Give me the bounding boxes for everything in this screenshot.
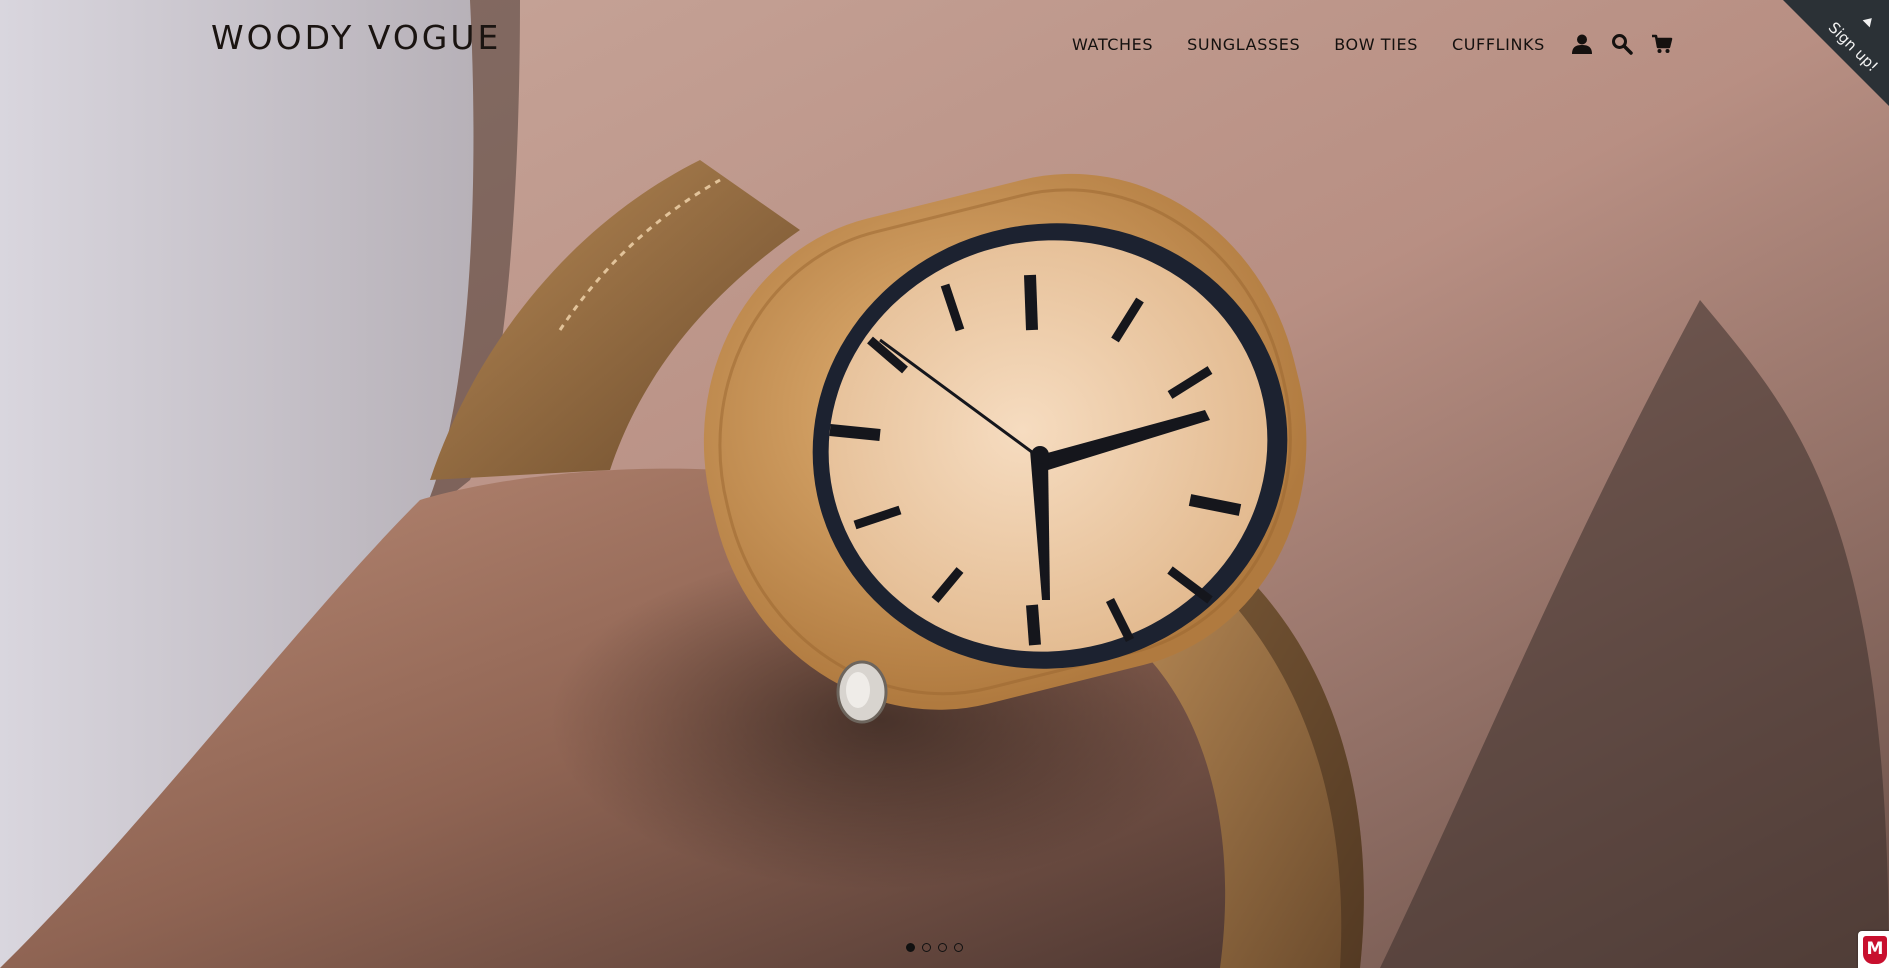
slider-dot-2[interactable]: [922, 943, 931, 952]
nav-cufflinks[interactable]: CUFFLINKS: [1452, 35, 1545, 54]
nav-bow-ties[interactable]: BOW TIES: [1334, 35, 1418, 54]
security-badge[interactable]: M: [1858, 931, 1889, 968]
main-nav: WATCHES SUNGLASSES BOW TIES CUFFLINKS: [1072, 32, 1690, 56]
signup-ribbon-background: [1783, 0, 1889, 106]
site-logo[interactable]: WOODY VOGUE: [211, 18, 501, 57]
signup-ribbon[interactable]: Sign up!: [1783, 0, 1889, 106]
search-icon[interactable]: [1610, 32, 1634, 56]
site-header: WOODY VOGUE WATCHES SUNGLASSES BOW TIES …: [0, 0, 1889, 84]
account-icon[interactable]: [1570, 32, 1594, 56]
slider-pagination: [906, 943, 963, 952]
nav-sunglasses[interactable]: SUNGLASSES: [1187, 35, 1300, 54]
cart-icon[interactable]: [1650, 32, 1674, 56]
page: WOODY VOGUE WATCHES SUNGLASSES BOW TIES …: [0, 0, 1889, 968]
hero-slide-image: [0, 0, 1889, 968]
shield-icon: M: [1863, 936, 1887, 964]
nav-watches[interactable]: WATCHES: [1072, 35, 1153, 54]
slider-dot-3[interactable]: [938, 943, 947, 952]
slider-dot-1[interactable]: [906, 943, 915, 952]
slider-dot-4[interactable]: [954, 943, 963, 952]
